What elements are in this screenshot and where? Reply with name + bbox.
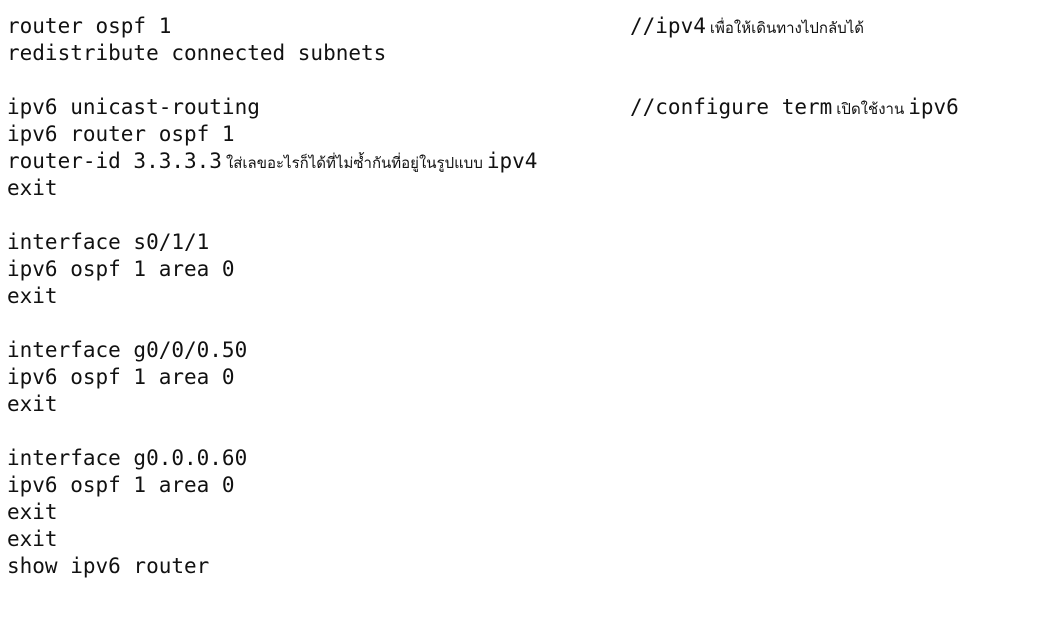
code-line-show-ipv6-router: show ipv6 router [7, 554, 210, 578]
code-line-exit: exit [7, 284, 58, 308]
comment-configure-term-code: //configure term [630, 95, 833, 119]
router-id-note-code: ipv4 [486, 149, 538, 173]
router-id-note: ใส่เลขอะไรก็ได้ที่ไม่ซ้ำกันที่อยู่ในรูปแ… [225, 154, 483, 172]
code-line-redistribute: redistribute connected subnets [7, 41, 387, 65]
code-line-ipv6-ospf-area: ipv6 ospf 1 area 0 [7, 257, 235, 281]
code-line-router-ospf: router ospf 1 [7, 14, 172, 38]
code-line-ipv6-router-ospf: ipv6 router ospf 1 [7, 122, 235, 146]
code-line-exit: exit [7, 500, 58, 524]
code-line-exit: exit [7, 392, 58, 416]
code-line-interface-g0-0-0-60: interface g0.0.0.60 [7, 446, 248, 470]
code-line-router-id: router-id 3.3.3.3 ใส่เลขอะไรก็ได้ที่ไม่ซ… [7, 148, 537, 175]
notes-document: router ospf 1 redistribute connected sub… [0, 0, 1046, 617]
code-line-ipv6-ospf-area: ipv6 ospf 1 area 0 [7, 365, 235, 389]
comment-configure-term-code2: ipv6 [908, 95, 959, 119]
code-line-exit: exit [7, 176, 58, 200]
code-line-interface-g0-0-0-50: interface g0/0/0.50 [7, 338, 248, 362]
code-line-exit: exit [7, 527, 58, 551]
comment-configure-term-note: เปิดใช้งาน [836, 100, 905, 118]
code-line-ipv6-unicast-routing: ipv6 unicast-routing [7, 95, 260, 119]
router-id-command: router-id 3.3.3.3 [7, 149, 222, 173]
code-line-interface-s0-1-1: interface s0/1/1 [7, 230, 210, 254]
comment-ipv4: //ipv4 เพื่อให้เดินทางไปกลับได้ [630, 13, 864, 40]
comment-ipv4-code: //ipv4 [630, 14, 706, 38]
code-line-ipv6-ospf-area: ipv6 ospf 1 area 0 [7, 473, 235, 497]
comment-configure-term: //configure term เปิดใช้งาน ipv6 [630, 94, 959, 121]
comment-ipv4-note: เพื่อให้เดินทางไปกลับได้ [709, 19, 864, 37]
